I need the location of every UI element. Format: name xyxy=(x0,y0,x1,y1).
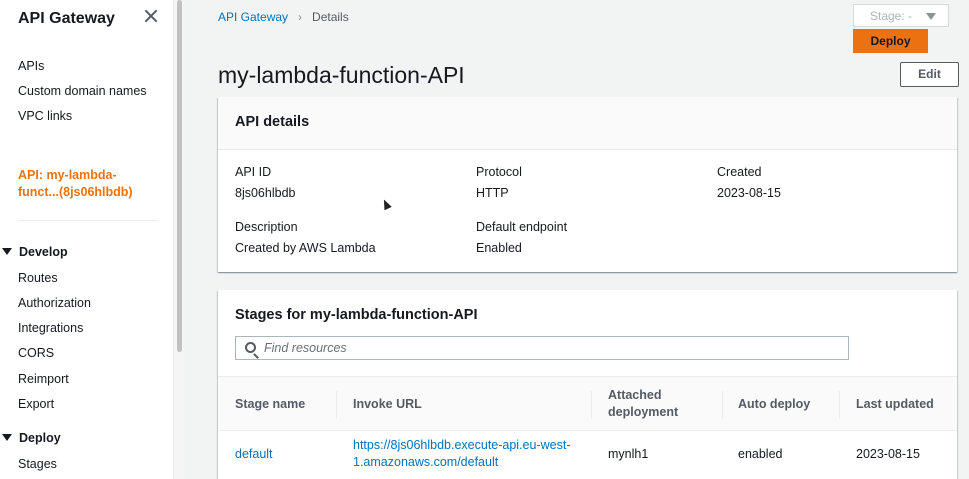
sidebar-item-custom-domain-names[interactable]: Custom domain names xyxy=(18,84,147,98)
protocol-value: HTTP xyxy=(476,186,509,200)
breadcrumb-details: Details xyxy=(312,10,349,24)
column-attached-deployment[interactable]: Attached deployment xyxy=(608,387,708,421)
sidebar-section-label: Develop xyxy=(19,245,68,259)
created-value: 2023-08-15 xyxy=(717,186,781,200)
sidebar-scrollbar[interactable] xyxy=(174,0,184,479)
stage-select-value: Stage: - xyxy=(870,9,913,23)
default-endpoint-value: Enabled xyxy=(476,241,522,255)
sidebar-current-api[interactable]: API: my-lambda-funct...(8js06hlbdb) xyxy=(18,167,148,201)
column-divider xyxy=(839,391,840,419)
auto-deploy-value: enabled xyxy=(738,447,783,461)
column-stage-name[interactable]: Stage name xyxy=(235,396,305,413)
caret-down-icon xyxy=(2,248,12,255)
deploy-button[interactable]: Deploy xyxy=(853,29,928,53)
sidebar: API Gateway APIs Custom domain names VPC… xyxy=(0,0,174,479)
sidebar-item-integrations[interactable]: Integrations xyxy=(18,321,83,335)
api-id-label: API ID xyxy=(235,165,272,179)
table-header: Stage name Invoke URL Attached deploymen… xyxy=(218,376,957,431)
sidebar-item-routes[interactable]: Routes xyxy=(18,271,58,285)
stage-name-link[interactable]: default xyxy=(235,446,273,463)
sidebar-item-cors[interactable]: CORS xyxy=(18,346,54,360)
sidebar-item-reimport[interactable]: Reimport xyxy=(18,372,69,386)
sidebar-divider xyxy=(18,220,158,221)
sidebar-item-export[interactable]: Export xyxy=(18,397,54,411)
column-last-updated[interactable]: Last updated xyxy=(856,396,934,413)
chevron-right-icon: › xyxy=(298,10,303,24)
scrollbar-thumb[interactable] xyxy=(177,0,182,352)
sidebar-title: API Gateway xyxy=(18,10,115,27)
column-auto-deploy[interactable]: Auto deploy xyxy=(738,396,810,413)
description-label: Description xyxy=(235,220,298,234)
search-box xyxy=(235,336,849,360)
column-invoke-url[interactable]: Invoke URL xyxy=(353,396,422,413)
stages-heading: Stages for my-lambda-function-API xyxy=(235,307,478,323)
description-value: Created by AWS Lambda xyxy=(235,241,376,255)
last-updated-value: 2023-08-15 xyxy=(856,447,920,461)
invoke-url-link[interactable]: https://8js06hlbdb.execute-api.eu-west-1… xyxy=(353,437,578,471)
caret-down-icon xyxy=(926,13,936,20)
api-details-heading: API details xyxy=(218,97,957,150)
sidebar-section-deploy[interactable]: Deploy xyxy=(2,431,61,445)
api-details-panel: API details API ID 8js06hlbdb Protocol H… xyxy=(218,97,957,272)
sidebar-section-label: Deploy xyxy=(19,431,61,445)
caret-down-icon xyxy=(2,434,12,441)
attached-deployment-value: mynlh1 xyxy=(608,447,649,461)
sidebar-item-apis[interactable]: APIs xyxy=(18,59,44,73)
default-endpoint-label: Default endpoint xyxy=(476,220,568,234)
search-icon xyxy=(245,342,256,353)
close-icon[interactable] xyxy=(140,6,162,28)
sidebar-item-vpc-links[interactable]: VPC links xyxy=(18,109,72,123)
column-divider xyxy=(591,391,592,419)
stage-select[interactable]: Stage: - xyxy=(853,4,949,27)
protocol-label: Protocol xyxy=(476,165,522,179)
search-input[interactable] xyxy=(264,340,824,356)
page-title: my-lambda-function-API xyxy=(218,62,465,88)
breadcrumb-api-gateway[interactable]: API Gateway xyxy=(218,10,288,24)
breadcrumb: API Gateway › Details xyxy=(218,10,349,24)
sidebar-section-develop[interactable]: Develop xyxy=(2,245,68,259)
api-id-value: 8js06hlbdb xyxy=(235,186,296,200)
edit-button[interactable]: Edit xyxy=(900,62,959,87)
column-divider xyxy=(722,391,723,419)
created-label: Created xyxy=(717,165,762,179)
sidebar-item-authorization[interactable]: Authorization xyxy=(18,296,91,310)
stages-panel: Stages for my-lambda-function-API Stage … xyxy=(218,290,957,479)
sidebar-item-stages[interactable]: Stages xyxy=(18,457,57,471)
column-divider xyxy=(336,391,337,419)
